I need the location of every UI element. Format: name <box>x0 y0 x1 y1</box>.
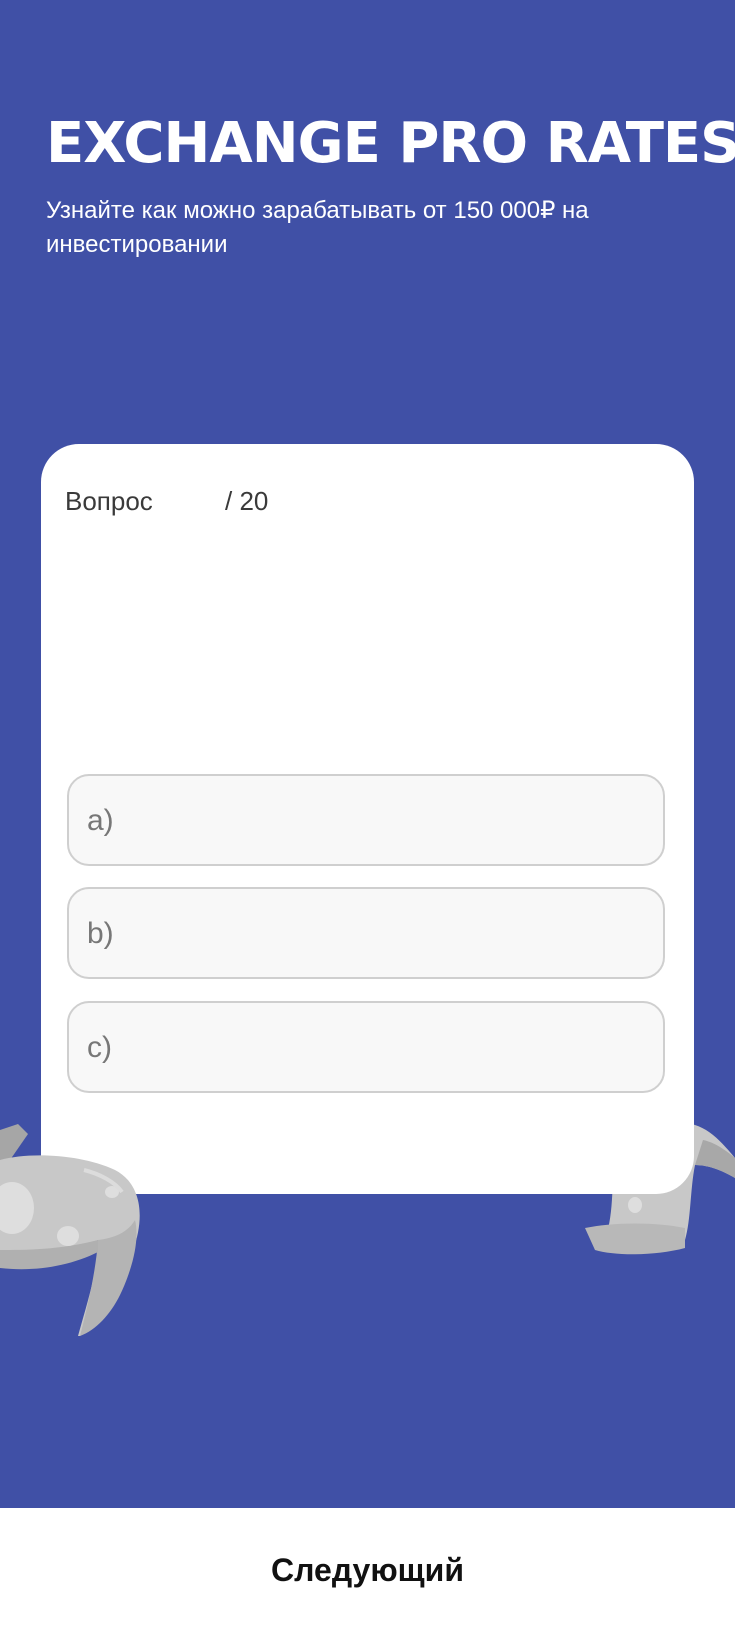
answer-option-label: a) <box>87 804 114 837</box>
paper-scroll-left-icon <box>0 1124 140 1336</box>
answer-option-a[interactable]: a) <box>67 774 665 866</box>
footer-bar: Следующий <box>0 1508 735 1633</box>
page-subtitle: Узнайте как можно зарабатывать от 150 00… <box>46 197 589 258</box>
question-total: / 20 <box>225 486 269 516</box>
page-title: EXCHANGE PRO RATES <box>46 111 735 176</box>
question-text <box>65 544 665 744</box>
question-counter: Вопрос / 20 <box>65 486 268 517</box>
hero-section: EXCHANGE PRO RATES Узнайте как можно зар… <box>0 0 735 1508</box>
answer-option-b[interactable]: b) <box>67 887 665 979</box>
next-button[interactable]: Следующий <box>0 1508 735 1633</box>
answer-option-label: b) <box>87 917 114 950</box>
question-label: Вопрос <box>65 486 153 516</box>
quiz-card: Вопрос / 20 a) b) c) <box>41 444 694 1194</box>
answer-option-label: c) <box>87 1031 112 1064</box>
answer-option-c[interactable]: c) <box>67 1001 665 1093</box>
